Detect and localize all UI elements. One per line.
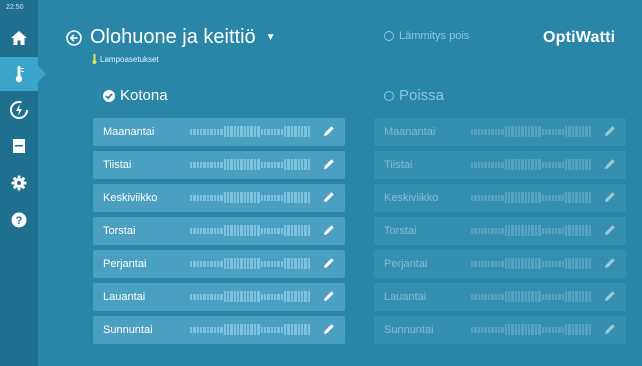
nav-energy[interactable] <box>0 93 38 127</box>
day-label: Maanantai <box>384 126 436 138</box>
day-row[interactable]: Lauantai <box>93 283 345 311</box>
day-label: Keskiviikko <box>384 192 439 204</box>
thermometer-icon <box>15 66 24 83</box>
day-row[interactable]: Sunnuntai <box>374 316 626 344</box>
pencil-icon[interactable] <box>604 290 616 302</box>
day-row[interactable]: Lauantai <box>374 283 626 311</box>
chevron-down-icon[interactable]: ▼ <box>266 32 276 43</box>
day-row[interactable]: Perjantai <box>374 250 626 278</box>
day-label: Lauantai <box>103 291 146 303</box>
pencil-icon[interactable] <box>323 158 335 170</box>
day-row[interactable]: Maanantai <box>374 118 626 146</box>
schedule-bar <box>190 159 310 170</box>
radio-circle-icon <box>384 31 394 41</box>
schedule-bar <box>190 192 310 203</box>
day-label: Tiistai <box>384 159 413 171</box>
schedule-bar <box>471 192 591 203</box>
nav-temperature[interactable] <box>0 57 46 91</box>
thermometer-small-icon <box>92 54 97 64</box>
optiwatti-logo: OptiWatti <box>543 29 616 46</box>
schedule-bar <box>190 225 310 236</box>
home-schedule-list: Maanantai Tiistai Keskiviikko Torstai Perjan… <box>93 118 345 349</box>
power-icon <box>10 101 28 119</box>
schedule-bar <box>190 324 310 335</box>
schedule-bar <box>471 324 591 335</box>
schedule-bar <box>190 126 310 137</box>
day-row[interactable]: Keskiviikko <box>93 184 345 212</box>
nav-settings[interactable] <box>0 166 38 200</box>
pencil-icon[interactable] <box>604 257 616 269</box>
nav-home[interactable] <box>0 21 38 55</box>
away-schedule-list: Maanantai Tiistai Keskiviikko Torstai Perjan… <box>374 118 626 349</box>
pencil-icon[interactable] <box>604 224 616 236</box>
pencil-icon[interactable] <box>323 224 335 236</box>
pencil-icon[interactable] <box>604 158 616 170</box>
room-title[interactable]: Olohuone ja keittiö <box>90 26 256 49</box>
pencil-icon[interactable] <box>323 290 335 302</box>
pencil-icon[interactable] <box>604 125 616 137</box>
day-label: Keskiviikko <box>103 192 158 204</box>
schedule-bar <box>471 258 591 269</box>
day-label: Maanantai <box>103 126 155 138</box>
nav-help[interactable]: ? <box>0 203 38 237</box>
home-icon <box>11 31 27 45</box>
schedule-bar <box>190 258 310 269</box>
back-arrow-icon[interactable] <box>66 29 82 46</box>
gear-icon <box>11 175 27 191</box>
day-row[interactable]: Maanantai <box>93 118 345 146</box>
day-row[interactable]: Tiistai <box>93 151 345 179</box>
day-label: Lauantai <box>384 291 427 303</box>
device-icon <box>13 139 25 153</box>
schedule-bar <box>471 291 591 302</box>
day-row[interactable]: Torstai <box>374 217 626 245</box>
heating-status[interactable]: Lämmitys pois <box>384 30 469 42</box>
day-label: Sunnuntai <box>103 324 153 336</box>
day-label: Perjantai <box>103 258 147 270</box>
help-icon: ? <box>11 212 27 228</box>
pencil-icon[interactable] <box>323 125 335 137</box>
day-label: Sunnuntai <box>384 324 434 336</box>
radio-circle-icon <box>384 90 394 101</box>
schedule-bar <box>471 126 591 137</box>
sidebar: 22:50 ? <box>0 0 46 366</box>
schedule-bar <box>471 225 591 236</box>
day-label: Torstai <box>384 225 417 237</box>
day-label: Tiistai <box>103 159 132 171</box>
pencil-icon[interactable] <box>323 257 335 269</box>
schedule-bar <box>190 291 310 302</box>
day-row[interactable]: Torstai <box>93 217 345 245</box>
nav-device[interactable] <box>0 129 38 163</box>
status-clock: 22:50 <box>6 4 24 11</box>
home-mode-option[interactable]: Kotona <box>103 87 168 104</box>
svg-text:?: ? <box>16 215 23 227</box>
pencil-icon[interactable] <box>604 323 616 335</box>
pencil-icon[interactable] <box>604 191 616 203</box>
day-row[interactable]: Tiistai <box>374 151 626 179</box>
day-row[interactable]: Perjantai <box>93 250 345 278</box>
check-circle-icon <box>103 89 115 102</box>
away-mode-option[interactable]: Poissa <box>384 87 444 104</box>
pencil-icon[interactable] <box>323 191 335 203</box>
day-label: Perjantai <box>384 258 428 270</box>
schedule-bar <box>471 159 591 170</box>
day-row[interactable]: Sunnuntai <box>93 316 345 344</box>
day-row[interactable]: Keskiviikko <box>374 184 626 212</box>
temperature-settings-label: Lampoasetukset <box>92 54 159 64</box>
room-header: Olohuone ja keittiö ▼ <box>66 26 276 49</box>
day-label: Torstai <box>103 225 136 237</box>
pencil-icon[interactable] <box>323 323 335 335</box>
